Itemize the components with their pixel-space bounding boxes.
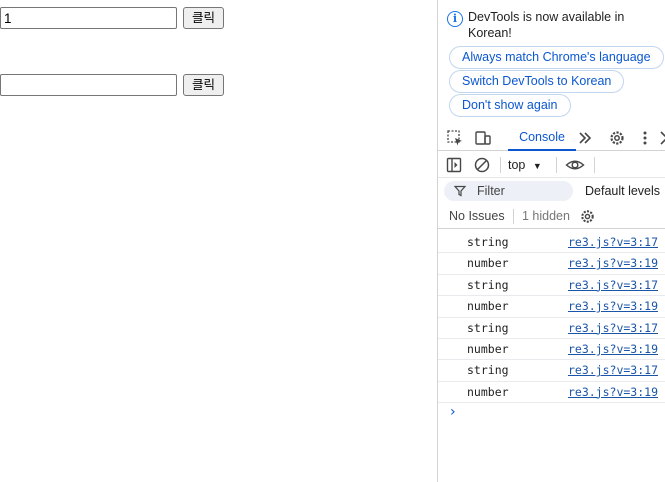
- hidden-count: 1 hidden: [522, 209, 570, 223]
- always-match-language-button[interactable]: Always match Chrome's language: [449, 46, 664, 69]
- log-message: string: [467, 363, 509, 378]
- text-input-2[interactable]: [0, 74, 177, 96]
- gear-icon[interactable]: [608, 129, 626, 147]
- log-message: number: [467, 299, 509, 314]
- sidebar-toggle-icon[interactable]: [445, 156, 463, 174]
- issues-count[interactable]: No Issues: [449, 204, 505, 229]
- input-row-1: 클릭: [0, 7, 225, 29]
- screen: 클릭 클릭 i DevTools is now available in Kor…: [0, 0, 665, 482]
- click-button-2[interactable]: 클릭: [183, 74, 225, 96]
- log-source-link[interactable]: re3.js?v=3:17: [568, 360, 658, 381]
- devtools-panel: i DevTools is now available in Korean! A…: [437, 0, 665, 482]
- toolbar-separator: [594, 157, 595, 173]
- context-selector[interactable]: top ▼: [508, 156, 542, 174]
- console-log: string re3.js?v=3:17 number re3.js?v=3:19 st…: [438, 232, 665, 404]
- toolbar-separator: [556, 157, 557, 173]
- device-toolbar-icon[interactable]: [474, 129, 492, 147]
- log-source-link[interactable]: re3.js?v=3:19: [568, 296, 658, 317]
- log-message: number: [467, 341, 509, 356]
- switch-to-korean-button[interactable]: Switch DevTools to Korean: [449, 70, 625, 93]
- inspect-element-icon[interactable]: [446, 129, 464, 147]
- log-source-link[interactable]: re3.js?v=3:19: [568, 339, 658, 360]
- issues-separator: [513, 209, 514, 224]
- eye-icon[interactable]: [565, 156, 585, 174]
- text-input-1[interactable]: [0, 7, 177, 29]
- filter-placeholder: Filter: [477, 184, 505, 198]
- toolbar-separator: [500, 157, 501, 173]
- context-label: top: [508, 158, 526, 172]
- console-log-row: string re3.js?v=3:17: [438, 360, 665, 382]
- console-log-row: string re3.js?v=3:17: [438, 275, 665, 297]
- notice-message: DevTools is now available in Korean!: [468, 10, 625, 40]
- input-row-2: 클릭: [0, 74, 225, 96]
- log-source-link[interactable]: re3.js?v=3:17: [568, 318, 658, 339]
- filter-bar: Filter Default levels ▼: [438, 178, 665, 204]
- console-log-row: number re3.js?v=3:19: [438, 382, 665, 404]
- log-message: string: [467, 235, 509, 249]
- dont-show-again-button[interactable]: Don't show again: [449, 94, 571, 117]
- console-log-row: number re3.js?v=3:19: [438, 296, 665, 318]
- close-icon[interactable]: [658, 129, 665, 147]
- log-message: string: [467, 320, 509, 335]
- console-log-row: string re3.js?v=3:17: [438, 318, 665, 339]
- clear-console-icon[interactable]: [473, 156, 491, 174]
- console-log-row: number re3.js?v=3:19: [438, 253, 665, 275]
- devtools-tabbar: Console: [438, 125, 665, 151]
- console-prompt[interactable]: ›: [450, 404, 456, 420]
- filter-icon: [454, 185, 466, 197]
- language-notice: i DevTools is now available in Korean! A…: [438, 0, 665, 124]
- log-source-link[interactable]: re3.js?v=3:17: [568, 232, 658, 253]
- click-button-1[interactable]: 클릭: [183, 7, 225, 29]
- web-page: 클릭 클릭: [0, 0, 437, 482]
- tab-console[interactable]: Console: [508, 125, 576, 151]
- info-icon: i: [447, 11, 463, 27]
- log-source-link[interactable]: re3.js?v=3:17: [568, 275, 658, 296]
- more-tabs-icon[interactable]: [576, 129, 594, 147]
- log-source-link[interactable]: re3.js?v=3:19: [568, 382, 658, 403]
- gear-icon[interactable]: [579, 208, 596, 225]
- log-levels-dropdown[interactable]: Default levels ▼: [585, 181, 665, 202]
- log-levels-label: Default levels: [585, 184, 661, 198]
- console-log-row: string re3.js?v=3:17: [438, 232, 665, 254]
- console-log-row: number re3.js?v=3:19: [438, 339, 665, 361]
- log-message: number: [467, 384, 509, 399]
- chevron-down-icon: ▼: [532, 161, 542, 171]
- kebab-menu-icon[interactable]: [636, 129, 654, 147]
- console-toolbar: top ▼: [438, 152, 665, 178]
- filter-input[interactable]: Filter: [444, 181, 573, 201]
- issues-bar: No Issues 1 hidden: [438, 204, 665, 229]
- log-message: number: [467, 256, 509, 271]
- log-source-link[interactable]: re3.js?v=3:19: [568, 253, 658, 274]
- log-message: string: [467, 277, 509, 292]
